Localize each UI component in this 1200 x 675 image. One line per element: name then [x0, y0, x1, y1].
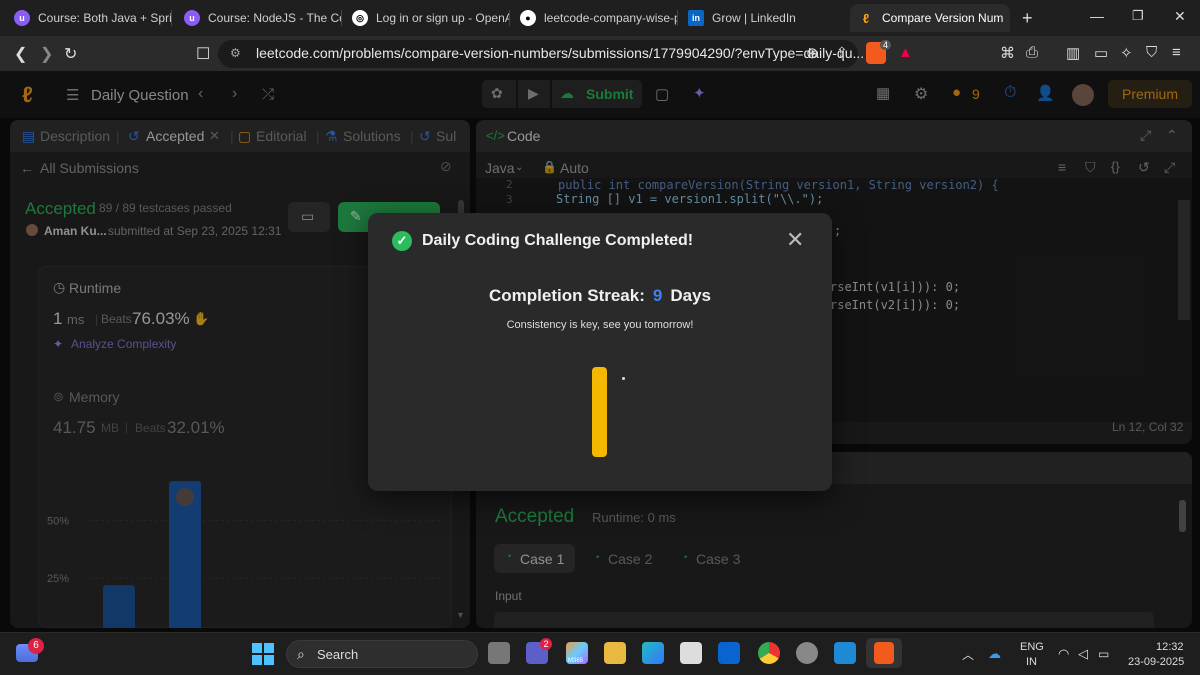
new-tab-icon[interactable]: + — [1022, 8, 1033, 29]
course-icon: u — [184, 10, 200, 26]
reload-icon[interactable]: ↻ — [64, 44, 77, 64]
streak-label: Completion Streak: — [489, 286, 645, 305]
browser-tab-2[interactable]: u Course: NodeJS - The Com — [176, 4, 342, 32]
teams-badge: 2 — [540, 638, 552, 650]
search-icon: ⌕ — [297, 646, 305, 662]
tab-title: Compare Version Num — [882, 11, 1004, 25]
zoom-icon[interactable]: ⊕ — [806, 44, 819, 62]
course-icon: u — [14, 10, 30, 26]
bookmark-icon[interactable]: ☐ — [196, 44, 210, 64]
browser-tab-4[interactable]: ● leetcode-company-wise-pr — [512, 4, 678, 32]
leetcode-icon: ℓ — [862, 10, 870, 26]
onedrive-icon[interactable]: ☁ — [988, 646, 1001, 662]
browser-tab-5[interactable]: in Grow | LinkedIn — [680, 4, 846, 32]
share-icon[interactable]: ⇪ — [836, 44, 848, 61]
confetti-dot — [622, 377, 625, 380]
wallet-icon[interactable]: ▭ — [1094, 44, 1108, 62]
browser-tab-3[interactable]: ◎ Log in or sign up - OpenAI — [344, 4, 510, 32]
battery-icon[interactable]: ▭ — [1098, 647, 1109, 661]
task-view-icon[interactable] — [488, 642, 510, 664]
brave-badge: 4 — [880, 40, 892, 50]
settings-app-icon[interactable] — [796, 642, 818, 664]
browser-tab-strip: u Course: Both Java + Spring u Course: N… — [0, 0, 1200, 36]
windows-taskbar — [0, 632, 1200, 675]
language-indicator[interactable]: ENG — [1020, 641, 1044, 653]
tab-title: Log in or sign up - OpenAI — [376, 11, 510, 25]
windows-start-icon[interactable] — [252, 643, 274, 665]
browser-tab-6[interactable]: ℓ Compare Version Num ✕ — [850, 4, 1010, 32]
vpn-icon[interactable]: ⛉ — [1146, 44, 1157, 61]
clock-date[interactable]: 23-09-2025 — [1128, 656, 1184, 668]
region-indicator[interactable]: IN — [1026, 656, 1037, 668]
daily-challenge-modal: ✓ Daily Coding Challenge Completed! ✕ Co… — [368, 213, 832, 491]
check-circle-icon: ✓ — [392, 231, 412, 251]
brave-rewards-icon[interactable]: ▲ — [898, 44, 913, 61]
streak-value: 9 — [652, 286, 663, 305]
volume-icon[interactable]: ◁ — [1078, 646, 1088, 662]
tray-overflow-icon[interactable]: ︿ — [962, 646, 974, 663]
close-modal-icon[interactable]: ✕ — [786, 227, 804, 253]
site-info-icon[interactable]: ⚙ — [230, 46, 241, 60]
modal-subtitle: Consistency is key, see you tomorrow! — [506, 319, 694, 331]
store-icon[interactable] — [680, 642, 702, 664]
tab-title: Course: Both Java + Spring — [38, 11, 172, 25]
widgets-badge: 6 — [28, 638, 44, 654]
github-icon: ● — [520, 10, 536, 26]
brave-icon — [874, 642, 894, 664]
chrome-icon[interactable] — [758, 642, 780, 664]
restore-icon[interactable]: ❐ — [1132, 8, 1144, 24]
tab-title: Grow | LinkedIn — [712, 11, 796, 25]
close-window-icon[interactable]: ✕ — [1174, 8, 1186, 25]
edge-icon[interactable] — [642, 642, 664, 664]
modal-title: Daily Coding Challenge Completed! — [422, 232, 694, 249]
linkedin-icon: in — [688, 10, 704, 26]
clock-time[interactable]: 12:32 — [1156, 641, 1184, 653]
tab-title: leetcode-company-wise-pr — [544, 11, 678, 25]
forward-icon[interactable]: ❯ — [40, 44, 53, 64]
vscode-icon[interactable] — [834, 642, 856, 664]
search-label: Search — [317, 647, 359, 662]
streak-unit: Days — [670, 286, 711, 305]
extensions-icon[interactable]: ⌘ — [1000, 44, 1015, 62]
close-tab-icon[interactable]: ✕ — [1003, 11, 1010, 25]
streak-line: Completion Streak: 9 Days — [368, 286, 832, 306]
streak-progress-bar — [592, 367, 607, 457]
leo-icon[interactable]: ✧ — [1120, 44, 1133, 62]
taskbar-search[interactable]: ⌕ Search — [286, 640, 478, 668]
back-icon[interactable]: ❮ — [14, 44, 27, 64]
browser-tab-1[interactable]: u Course: Both Java + Spring — [6, 4, 172, 32]
minimize-icon[interactable]: — — [1090, 8, 1104, 24]
url-text: leetcode.com/problems/compare-version-nu… — [256, 45, 865, 61]
tab-title: Course: NodeJS - The Com — [208, 11, 342, 25]
screenshot-icon[interactable]: ⎙ — [1026, 44, 1038, 61]
openai-icon: ◎ — [352, 10, 368, 26]
outlook-icon[interactable] — [718, 642, 740, 664]
file-explorer-icon[interactable] — [604, 642, 626, 664]
menu-icon[interactable]: ≡ — [1172, 44, 1181, 61]
brave-taskbar-button[interactable] — [866, 638, 902, 668]
wifi-icon[interactable]: ◠ — [1058, 646, 1069, 662]
sidebar-icon[interactable]: ▥ — [1066, 44, 1080, 62]
m365-label: M365 — [568, 658, 584, 664]
